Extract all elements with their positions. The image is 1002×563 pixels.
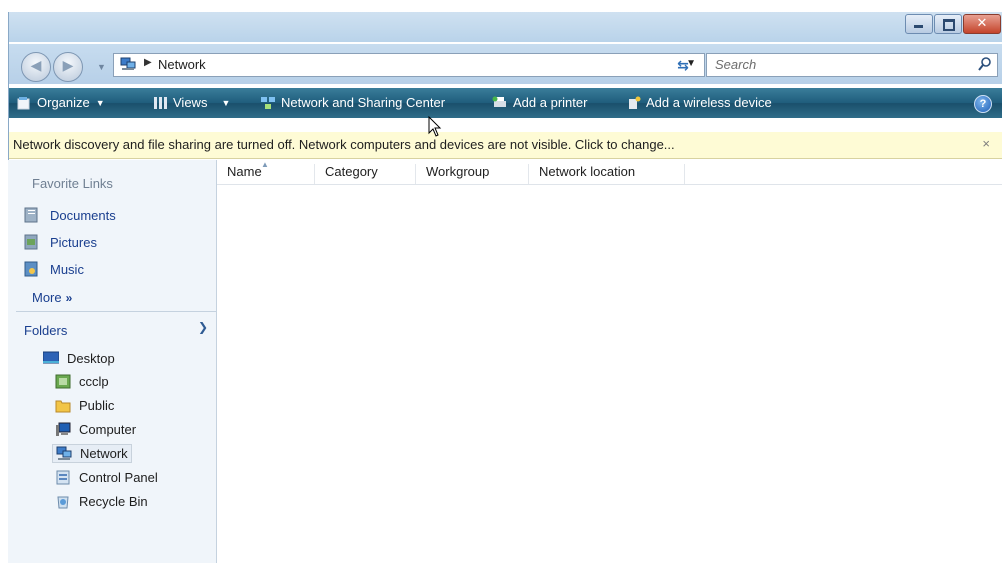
user-folder-icon [55,374,71,389]
navigation-pane: Favorite Links Documents Pictures Music … [8,160,217,563]
column-header-label: Network location [539,164,636,179]
address-row: ◀ ▶ ▼ ▶ Network ▼ ⇆ Search [8,44,1002,84]
recycle-bin-icon [57,496,69,509]
folder-tree-label: ccclp [79,374,109,389]
computer-icon [56,422,71,436]
favorite-links-heading: Favorite Links [32,176,113,191]
add-printer-button[interactable]: Add a printer [492,95,587,110]
desktop-icon [43,351,59,364]
views-icon [154,96,167,109]
search-icon[interactable] [977,56,993,72]
back-arrow-icon: ◀ [30,57,42,73]
forward-arrow-icon: ▶ [62,57,74,73]
close-button[interactable]: ✕ [963,14,1001,34]
favorite-link-label: Pictures [50,234,97,250]
double-chevron-icon: » [65,291,73,305]
forward-button[interactable]: ▶ [53,52,83,82]
folder-icon [55,400,71,413]
folder-tree-recycle-bin[interactable]: Recycle Bin [52,493,151,510]
control-panel-icon [56,470,70,485]
network-sharing-center-button[interactable]: Network and Sharing Center [260,95,445,110]
views-label: Views [173,95,208,110]
column-headers: ▲ Name Category Workgroup Network locati… [217,160,1002,185]
chevron-down-icon[interactable]: ❯ [198,320,208,334]
column-header-label: Workgroup [426,164,490,179]
sort-ascending-icon: ▲ [261,160,269,169]
breadcrumb-network[interactable]: Network [158,57,206,72]
folders-heading[interactable]: Folders [24,323,67,338]
favorite-link-label: Music [50,261,84,277]
column-header-workgroup[interactable]: Workgroup [416,164,529,184]
infobar-close-icon[interactable]: × [982,136,990,151]
information-bar-message[interactable]: Network discovery and file sharing are t… [13,137,675,152]
recent-pages-dropdown[interactable]: ▼ [97,62,106,72]
folder-tree-label: Public [79,398,115,413]
printer-icon [492,96,506,107]
folder-tree-label: Network [80,446,128,461]
mouse-cursor-icon [428,116,442,137]
folder-tree-ccclp[interactable]: ccclp [52,373,112,390]
folder-tree-label: Desktop [67,351,115,366]
maximize-button[interactable] [934,14,962,34]
column-header-name[interactable]: ▲ Name [217,160,315,184]
folder-tree-label: Control Panel [79,470,158,485]
column-header-network-location[interactable]: Network location [529,164,685,184]
refresh-icon[interactable]: ⇆ [669,54,697,76]
address-bar[interactable]: ▶ Network ▼ [113,53,705,77]
search-placeholder: Search [715,57,757,72]
more-label: More [32,290,62,305]
folder-tree-network[interactable]: Network [52,444,132,463]
network-icon [120,57,136,70]
folder-tree-control-panel[interactable]: Control Panel [52,469,161,486]
add-wireless-device-button[interactable]: Add a wireless device [625,95,772,110]
close-icon: ✕ [976,16,988,31]
minimize-button[interactable] [905,14,933,34]
command-toolbar: Organize ▼ Views ▼ Network and Sharing Cen… [8,88,1002,118]
wireless-device-icon [629,96,641,109]
network-sharing-icon [261,96,275,109]
music-icon [24,261,38,277]
add-printer-label: Add a printer [513,95,588,110]
caption-buttons: ✕ [904,14,1001,34]
folder-tree-computer[interactable]: Computer [52,421,139,438]
organize-icon [17,96,30,109]
chevron-down-icon: ▼ [95,97,105,108]
help-icon[interactable]: ? [974,95,992,113]
breadcrumb-arrow-icon[interactable]: ▶ [144,57,152,68]
title-bar: ✕ [8,12,1002,42]
folder-tree-public[interactable]: Public [52,397,117,414]
folder-tree-desktop[interactable]: Desktop [40,350,118,367]
maximize-icon [943,19,955,31]
pane-divider [16,311,216,312]
network-icon [56,446,72,460]
network-sharing-center-label: Network and Sharing Center [281,95,446,110]
favorite-link-label: Documents [50,207,116,223]
more-links-button[interactable]: More» [32,290,72,305]
column-header-label: Category [325,164,378,179]
column-header-label: Name [227,164,262,179]
information-bar[interactable]: Network discovery and file sharing are t… [8,132,1002,159]
favorite-link-documents[interactable]: Documents [24,207,116,223]
chevron-down-icon: ▼ [221,97,231,108]
column-header-category[interactable]: Category [315,164,416,184]
favorite-link-pictures[interactable]: Pictures [24,234,97,250]
favorite-link-music[interactable]: Music [24,261,84,277]
folder-tree-label: Computer [79,422,137,437]
search-input[interactable]: Search [706,53,998,77]
organize-label: Organize [37,95,90,110]
organize-button[interactable]: Organize ▼ [16,95,105,110]
add-wireless-device-label: Add a wireless device [646,95,772,110]
views-button[interactable]: Views ▼ [152,95,230,110]
back-button[interactable]: ◀ [21,52,51,82]
minimize-icon [914,25,923,28]
pictures-icon [24,234,38,250]
documents-icon [24,207,38,223]
folder-tree-label: Recycle Bin [79,494,148,509]
